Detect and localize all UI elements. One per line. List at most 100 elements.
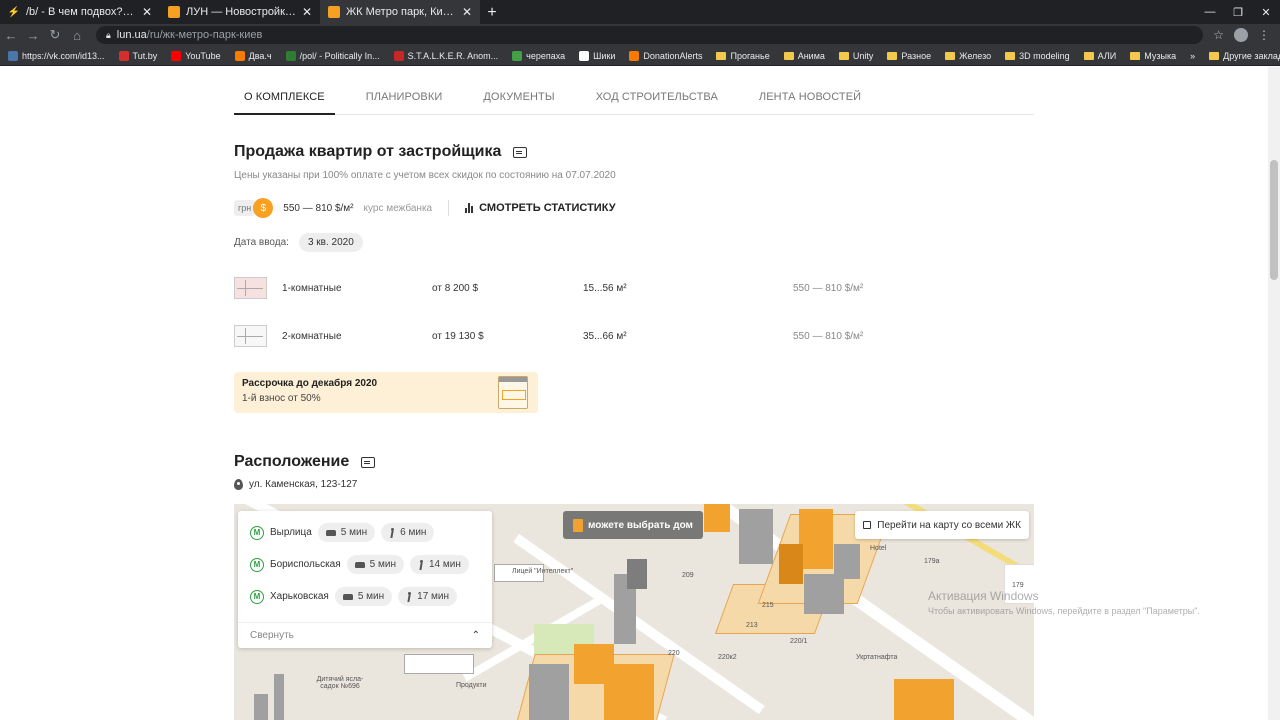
car-time-value: 5 мин	[357, 591, 385, 602]
apartment-price-per-m2: 550 — 810 $/м²	[793, 282, 864, 294]
bookmark-label: /pol/ - Politically In...	[299, 50, 380, 61]
bookmark-item[interactable]: S.T.A.L.K.E.R. Anom...	[393, 50, 499, 61]
menu-icon[interactable]: ⋮	[1258, 28, 1270, 42]
watermark-title: Активация Windows	[928, 589, 1039, 603]
apartment-price: от 19 130 $	[432, 330, 484, 342]
chevron-up-icon: ⌃	[471, 630, 480, 641]
metro-station: Вырлица	[270, 527, 312, 538]
bookmark-item[interactable]: Шики	[579, 50, 615, 61]
bookmark-label: YouTube	[185, 50, 221, 61]
bookmark-item[interactable]: YouTube	[171, 50, 221, 61]
address-bar[interactable]: 🔒︎ lun.ua/ru/жк-метро-парк-киев	[96, 26, 1204, 44]
browser-tab[interactable]: ⚡ /b/ - В чем подвох? Недвижка в ✕	[0, 0, 160, 24]
star-icon[interactable]: ☆	[1213, 28, 1224, 42]
metro-icon: М	[250, 525, 264, 540]
bookmark-item[interactable]: Железо	[945, 51, 991, 61]
new-tab-button[interactable]: +	[480, 2, 504, 24]
bookmark-favicon-icon	[234, 50, 245, 61]
currency-grn-toggle[interactable]: грн	[234, 200, 256, 216]
lun-logo-icon	[168, 6, 180, 18]
bookmark-item[interactable]: АЛИ	[1083, 50, 1117, 61]
bookmark-item[interactable]: Музыка	[1130, 51, 1176, 61]
close-window-icon[interactable]: ✕	[1252, 0, 1280, 24]
folder-icon	[1083, 51, 1094, 60]
bookmark-label: S.T.A.L.K.E.R. Anom...	[407, 50, 499, 61]
address-text: ул. Каменская, 123-127	[249, 479, 358, 490]
folder-icon	[838, 51, 849, 60]
scrollbar-thumb[interactable]	[1270, 160, 1278, 280]
walk-icon	[406, 591, 412, 602]
other-bookmarks-button[interactable]: Другие закладки	[1209, 51, 1280, 61]
reload-icon[interactable]: ↻	[44, 27, 66, 43]
bookmark-item[interactable]: Tut.by	[118, 50, 157, 61]
folder-icon	[945, 51, 956, 60]
map-building	[704, 504, 730, 532]
bookmark-item[interactable]: черепаха	[512, 50, 565, 61]
url-domain: lun.ua	[116, 29, 147, 41]
map[interactable]: Лицей "Интеллект" Дитячий ясла-садок №69…	[234, 504, 1034, 720]
close-icon[interactable]: ✕	[302, 5, 312, 19]
location-heading: Расположение	[234, 453, 376, 471]
tab-title: ЖК Метро парк, Киев — Квартир	[346, 6, 456, 18]
map-label: 213	[746, 622, 758, 629]
forward-icon[interactable]: →	[22, 28, 44, 43]
bookmark-label: АЛИ	[1097, 50, 1117, 61]
installment-promo[interactable]: Рассрочка до декабря 2020 1-й взнос от 5…	[234, 372, 538, 413]
all-complexes-map-button[interactable]: Перейти на карту со всеми ЖК	[855, 511, 1029, 539]
map-building	[604, 664, 654, 720]
lock-icon: 🔒︎	[106, 29, 111, 40]
bookmark-favicon-icon	[579, 50, 590, 61]
bookmark-label: Железо	[959, 50, 992, 61]
map-building	[404, 654, 474, 674]
home-icon[interactable]: ⌂	[66, 28, 88, 43]
browser-tab[interactable]: ЛУН — Новостройки Киева, кв ✕	[160, 0, 320, 24]
walk-time-value: 14 мин	[428, 559, 461, 570]
divider	[448, 200, 450, 216]
back-icon[interactable]: ←	[0, 28, 22, 43]
browser-tab-active[interactable]: ЖК Метро парк, Киев — Квартир ✕	[320, 0, 480, 24]
bookmark-item[interactable]: https://vk.com/id13...	[8, 50, 105, 61]
calendar-icon	[498, 376, 528, 409]
avatar[interactable]	[1234, 28, 1248, 42]
map-building	[739, 509, 773, 564]
bookmark-item[interactable]: Разное	[887, 51, 931, 61]
more-bookmarks-button[interactable]: »	[1190, 51, 1195, 61]
floorplan-thumbnail	[234, 325, 267, 347]
bookmark-item[interactable]: Анима	[783, 51, 825, 61]
bookmark-item[interactable]: 3D modeling	[1005, 51, 1070, 61]
view-stats-button[interactable]: СМОТРЕТЬ СТАТИСТИКУ	[465, 202, 616, 214]
comment-icon[interactable]	[513, 146, 528, 158]
close-icon[interactable]: ✕	[142, 5, 152, 19]
choose-house-hint: можете выбрать дом	[563, 511, 703, 539]
map-building	[894, 679, 954, 720]
tab-construction[interactable]: ХОД СТРОИТЕЛЬСТВА	[586, 85, 728, 115]
apartment-row[interactable]: 1-комнатные от 8 200 $ 15...56 м² 550 — …	[234, 275, 1034, 301]
close-icon[interactable]: ✕	[462, 5, 472, 19]
tab-layouts[interactable]: ПЛАНИРОВКИ	[356, 85, 453, 115]
restore-icon[interactable]: ❐	[1224, 0, 1252, 24]
minimize-icon[interactable]: —	[1196, 0, 1224, 24]
walk-time-value: 6 мин	[400, 527, 427, 538]
comment-icon[interactable]	[361, 456, 376, 468]
apartment-row[interactable]: 2-комнатные от 19 130 $ 35...66 м² 550 —…	[234, 323, 1034, 349]
map-building	[254, 694, 268, 720]
folder-icon	[1209, 51, 1220, 60]
bookmark-label: Unity	[852, 50, 874, 61]
windows-activation-watermark: Активация Windows Чтобы активировать Win…	[928, 589, 1200, 616]
currency-usd-toggle[interactable]: $	[253, 198, 274, 218]
bookmark-favicon-icon	[8, 50, 18, 61]
bookmark-item[interactable]: Проганье	[716, 51, 770, 61]
bookmark-item[interactable]: Unity	[838, 50, 874, 61]
walk-time: 6 мин	[381, 523, 435, 542]
bookmark-item[interactable]: /pol/ - Politically In...	[285, 50, 380, 61]
tab-about[interactable]: О КОМПЛЕКСЕ	[234, 85, 335, 115]
bookmark-item[interactable]: Два.ч	[234, 50, 272, 61]
bolt-icon: ⚡	[7, 6, 21, 18]
folder-icon	[887, 51, 898, 60]
tab-news[interactable]: ЛЕНТА НОВОСТЕЙ	[749, 85, 871, 115]
collapse-button[interactable]: Свернуть ⌃	[238, 622, 492, 648]
bar-chart-icon	[465, 203, 474, 213]
completion-date-badge: 3 кв. 2020	[298, 233, 363, 252]
bookmark-item[interactable]: DonationAlerts	[629, 50, 702, 61]
tab-documents[interactable]: ДОКУМЕНТЫ	[473, 85, 564, 115]
